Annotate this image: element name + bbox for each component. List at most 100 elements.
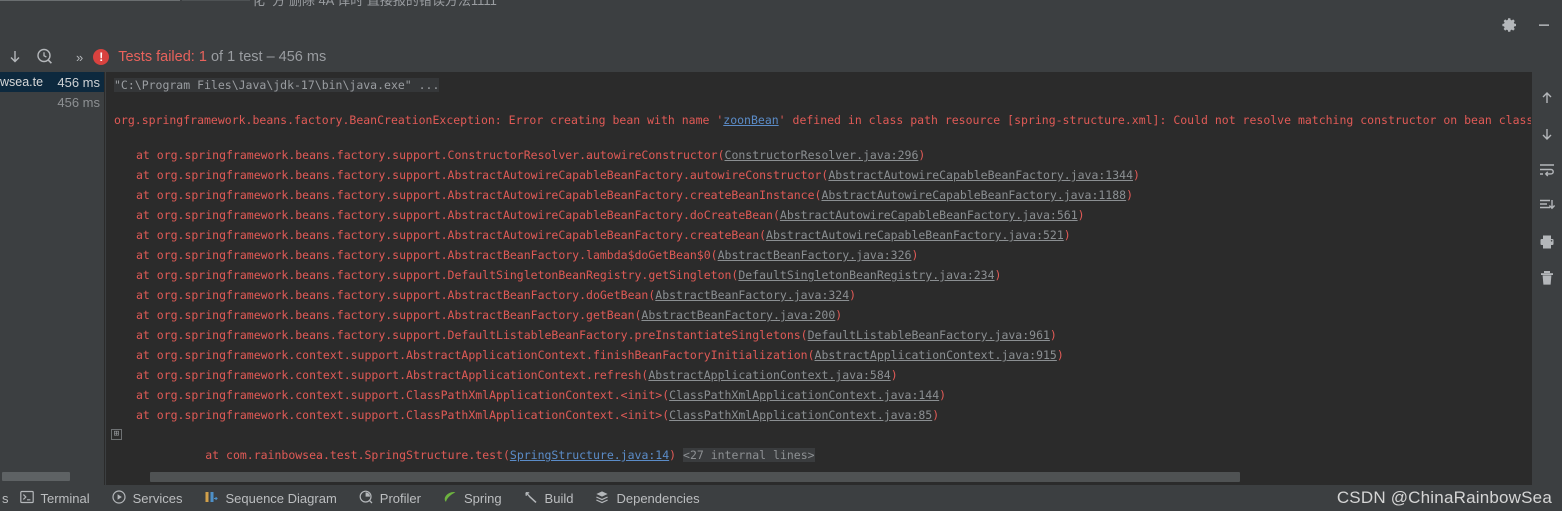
stack-frame-tail: )	[932, 408, 940, 422]
stack-frame: at org.springframework.context.support.A…	[106, 345, 1531, 365]
stack-frame-link[interactable]: ClassPathXmlApplicationContext.java:144	[669, 388, 939, 402]
stack-frame-tail: )	[1049, 328, 1057, 342]
console-output-panel[interactable]: "C:\Program Files\Java\jdk-17\bin\java.e…	[106, 72, 1531, 485]
stack-frame-text: at org.springframework.beans.factory.sup…	[136, 328, 808, 342]
bean-name-link[interactable]: zoonBean	[723, 113, 778, 127]
stack-frame-tail: )	[918, 148, 926, 162]
toolbar-item-profiler[interactable]: Profiler	[348, 485, 432, 511]
tree-horizontal-scrollbar[interactable]	[2, 472, 70, 481]
stack-frame-text: at org.springframework.context.support.C…	[136, 408, 670, 422]
toolbar-item-terminal[interactable]: Terminal	[9, 485, 101, 511]
print-icon[interactable]	[1535, 230, 1559, 254]
ide-run-tool-window: 化 ﻿ 方 删除 4A 译时 直接报的错误方法1111 » ! Tests fa…	[0, 0, 1562, 511]
down-arrow-icon[interactable]	[0, 44, 30, 70]
toolbar-item-services[interactable]: Services	[101, 485, 194, 511]
test-tree-row-selected[interactable]: wsea.te 456 ms	[0, 72, 104, 92]
tool-window-bar: s Terminal Services Sequence Diagram Pro…	[0, 485, 1562, 511]
cut-off-text: 化 ﻿ 方 删除 4A 译时 直接报的错误方法1111	[252, 0, 497, 8]
java-command-line: "C:\Program Files\Java\jdk-17\bin\java.e…	[106, 72, 1531, 92]
stack-frame-link[interactable]: ClassPathXmlApplicationContext.java:85	[669, 408, 932, 422]
toolbar-item-label: Profiler	[379, 490, 421, 506]
stack-frame-text: at org.springframework.beans.factory.sup…	[136, 208, 780, 222]
scroll-down-icon[interactable]	[1535, 122, 1559, 146]
stack-frame-link[interactable]: DefaultListableBeanFactory.java:961	[808, 328, 1050, 342]
stack-frame-link[interactable]: AbstractBeanFactory.java:324	[655, 288, 849, 302]
services-icon	[112, 489, 126, 507]
stack-frame-link[interactable]: AbstractApplicationContext.java:915	[815, 348, 1057, 362]
build-hammer-icon	[524, 490, 538, 507]
test-tree-panel: wsea.te 456 ms 456 ms	[0, 72, 105, 485]
stack-frame-tail: )	[939, 388, 947, 402]
stack-frame-text: at org.springframework.beans.factory.sup…	[136, 268, 739, 282]
stack-frame: at org.springframework.beans.factory.sup…	[106, 285, 1531, 305]
error-circle-icon: !	[93, 49, 110, 65]
stack-frame-link[interactable]: ConstructorResolver.java:296	[725, 148, 919, 162]
toolbar-item-build[interactable]: Build	[513, 485, 585, 511]
stack-frame: at org.springframework.context.support.C…	[106, 405, 1531, 425]
stacktrace-area: org.springframework.beans.factory.BeanCr…	[106, 92, 1531, 485]
stack-frame: at org.springframework.context.support.A…	[106, 365, 1531, 385]
stack-frame-text: at org.springframework.beans.factory.sup…	[136, 308, 642, 322]
status-suffix: of 1 test – 456 ms	[210, 49, 327, 65]
expand-toolbar-chevron[interactable]: »	[60, 50, 93, 65]
stack-frame-link[interactable]: AbstractBeanFactory.java:326	[718, 248, 912, 262]
soft-wrap-icon[interactable]	[1535, 158, 1559, 182]
fold-expand-icon[interactable]: ⊞	[111, 429, 122, 440]
stack-frame-tail: )	[1133, 168, 1140, 182]
test-tree-row-duration: 456 ms	[57, 94, 100, 110]
truncated-tool-label[interactable]: s	[0, 491, 9, 506]
trash-icon[interactable]	[1535, 266, 1559, 290]
minimize-icon[interactable]	[1534, 15, 1554, 35]
toolbar-item-label: Dependencies	[616, 490, 700, 506]
stack-frame-tail: )	[911, 248, 919, 262]
toolbar-item-dependencies[interactable]: Dependencies	[584, 485, 710, 511]
gear-icon[interactable]	[1500, 15, 1520, 35]
clock-search-icon[interactable]	[30, 44, 60, 70]
stack-frame-text: at org.springframework.beans.factory.sup…	[136, 148, 725, 162]
stack-frame-text: at org.springframework.beans.factory.sup…	[136, 168, 829, 182]
toolbar-item-spring[interactable]: Spring	[432, 485, 513, 511]
stack-frame-link[interactable]: AbstractApplicationContext.java:584	[648, 368, 890, 382]
toolbar-item-label: Terminal	[40, 490, 90, 506]
stack-frame: at org.springframework.beans.factory.sup…	[106, 265, 1531, 285]
status-count: 1	[198, 49, 207, 65]
toolbar-item-label: Sequence Diagram	[225, 490, 337, 506]
stack-frame-link[interactable]: AbstractBeanFactory.java:200	[641, 308, 835, 322]
test-status-text: Tests failed: 1 of 1 test – 456 ms	[118, 49, 326, 65]
scroll-to-end-icon[interactable]	[1535, 194, 1559, 218]
stack-frame: at org.springframework.beans.factory.sup…	[106, 245, 1531, 265]
stack-frame-link[interactable]: AbstractAutowireCapableBeanFactory.java:…	[821, 188, 1126, 202]
test-runner-toolbar: » ! Tests failed: 1 of 1 test – 456 ms	[0, 42, 1562, 72]
test-tree-row-duration: 456 ms	[57, 74, 100, 90]
spring-leaf-icon	[443, 490, 457, 507]
toolbar-item-sequence-diagram[interactable]: Sequence Diagram	[193, 485, 347, 511]
internal-lines-fold[interactable]: <27 internal lines>	[683, 448, 815, 462]
stack-frame: at org.springframework.beans.factory.sup…	[106, 305, 1531, 325]
console-horizontal-scrollbar[interactable]	[150, 472, 1240, 482]
stack-frame: at org.springframework.beans.factory.sup…	[106, 205, 1531, 225]
scroll-up-icon[interactable]	[1535, 86, 1559, 110]
window-controls	[1500, 8, 1554, 42]
user-frame-tail: )	[669, 448, 677, 462]
stack-frame-tail: )	[994, 268, 1002, 282]
stack-frame-tail: )	[849, 288, 857, 302]
stack-frame: at org.springframework.beans.factory.sup…	[106, 225, 1531, 245]
user-frame-link[interactable]: SpringStructure.java:14	[510, 448, 669, 462]
stack-frame-link[interactable]: AbstractAutowireCapableBeanFactory.java:…	[766, 228, 1064, 242]
java-command-text: "C:\Program Files\Java\jdk-17\bin\java.e…	[114, 78, 440, 92]
status-prefix: Tests failed:	[118, 49, 195, 65]
exception-message-part1: org.springframework.beans.factory.BeanCr…	[114, 113, 724, 127]
stack-frame-link[interactable]: DefaultSingletonBeanRegistry.java:234	[738, 268, 994, 282]
csdn-watermark: CSDN @ChinaRainbowSea	[1336, 488, 1552, 507]
run-content-area: wsea.te 456 ms 456 ms "C:\Program Files\…	[0, 72, 1562, 485]
stack-frame: at org.springframework.beans.factory.sup…	[106, 145, 1531, 165]
exception-headline: org.springframework.beans.factory.BeanCr…	[106, 110, 1531, 130]
stack-frame-link[interactable]: AbstractAutowireCapableBeanFactory.java:…	[828, 168, 1133, 182]
toolbar-item-label: Spring	[463, 490, 502, 506]
stack-frame: at org.springframework.beans.factory.sup…	[106, 325, 1531, 345]
test-tree-row[interactable]: 456 ms	[0, 92, 104, 112]
stack-frame: at org.springframework.context.support.C…	[106, 385, 1531, 405]
stack-frame-tail: )	[1063, 228, 1071, 242]
stack-frame-text: at org.springframework.beans.factory.sup…	[136, 188, 822, 202]
stack-frame-link[interactable]: AbstractAutowireCapableBeanFactory.java:…	[780, 208, 1078, 222]
